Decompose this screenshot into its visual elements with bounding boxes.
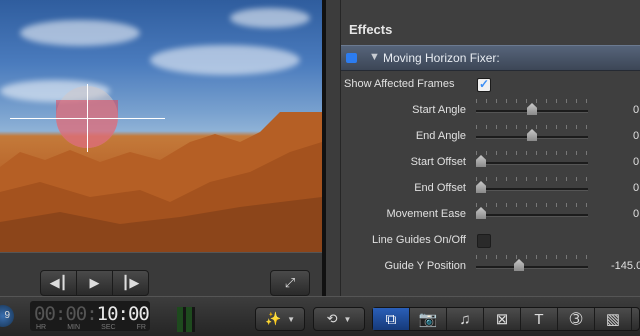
next-icon[interactable]: ┃▶ [113,271,148,295]
previous-icon[interactable]: ◀┃ [41,271,77,295]
crosshair-vertical[interactable] [87,84,88,152]
line-guides-label: Line Guides On/Off [372,234,466,246]
guide-y-label: Guide Y Position [384,260,466,272]
slider-ticks [476,151,588,155]
param-label: Start Angle [412,104,466,116]
param-label: Start Offset [410,156,466,168]
chevron-down-icon: ▼ [287,314,296,324]
slider-thumb[interactable] [527,103,537,115]
line-guides-row: Line Guides On/Off [341,229,640,253]
unit-sec: SEC [101,324,116,331]
slider-ticks [476,255,588,259]
timecode-dim: 00:00: [34,303,98,325]
slider-thumb[interactable] [527,129,537,141]
param-label: End Offset [414,182,466,194]
timecode-display[interactable]: 00:00:10:00 HR MIN SEC FR [30,301,150,331]
magic-wand-icon: ✨ [264,311,282,326]
show-affected-frames-label: Show Affected Frames [344,78,455,90]
play-icon[interactable]: ▶ [77,271,113,295]
timecode-bright: 10:00 [96,303,150,325]
timecode-badge[interactable]: 9 [0,305,14,327]
effect-enable-toggle[interactable] [346,53,357,63]
param-row: End Angle 0 [341,125,640,149]
param-row: Movement Ease 0 [341,203,640,227]
slider-thumb[interactable] [476,155,486,167]
timecode-units: HR MIN SEC FR [36,324,146,331]
inspector-icon[interactable]: ⧉ [373,308,410,330]
param-value[interactable]: 0 [633,130,639,142]
audio-meter [177,307,195,332]
bottom-toolbar: 9 00:00:10:00 HR MIN SEC FR ✨ ▼ ⟲ ▼ ⧉ 📷 ♫ … [0,296,640,336]
effect-header[interactable]: ▼ Moving Horizon Fixer: [341,45,640,71]
show-affected-frames-checkbox[interactable]: ✓ [477,78,491,92]
slider-thumb[interactable] [476,207,486,219]
line-guides-checkbox[interactable] [477,234,491,248]
effect-name: Moving Horizon Fixer: [383,51,500,65]
param-label: Movement Ease [386,208,466,220]
param-value[interactable]: 0 [633,208,639,220]
slider-ticks [476,125,588,129]
retime-menu-button[interactable]: ⟲ ▼ [313,307,365,331]
param-row: Start Offset 0 [341,151,640,175]
retime-icon: ⟲ [326,311,338,326]
themes-icon[interactable]: ▧ [595,308,632,330]
fullscreen-icon[interactable]: ⤢ [270,270,310,296]
browser-tools: ⧉ 📷 ♫ ⊠ T ➂ ▧ [372,307,640,331]
camera-icon[interactable]: 📷 [410,308,447,330]
slider-ticks [476,177,588,181]
generators-icon[interactable]: ➂ [558,308,595,330]
slider-track[interactable] [476,188,588,191]
guide-y-row: Guide Y Position -145.0 [341,255,640,279]
chevron-down-icon: ▼ [343,314,352,324]
guide-y-value[interactable]: -145.0 [611,260,640,272]
music-icon[interactable]: ♫ [447,308,484,330]
transitions-icon[interactable]: ⊠ [484,308,521,330]
param-row: End Offset 0 [341,177,640,201]
param-value[interactable]: 0 [633,104,639,116]
param-row: Start Angle 0 [341,99,640,123]
enhance-menu-button[interactable]: ✨ ▼ [255,307,305,331]
section-title: Effects [349,22,393,37]
unit-fr: FR [136,324,146,331]
disclosure-triangle-icon[interactable]: ▼ [369,51,380,63]
param-value[interactable]: 0 [633,182,639,194]
slider-track[interactable] [476,162,588,165]
unit-hr: HR [36,324,47,331]
unit-min: MIN [67,324,81,331]
slider-thumb[interactable] [476,181,486,193]
transport-bar: ◀┃ ▶ ┃▶ ⤢ [0,252,322,301]
title-icon[interactable]: T [521,308,558,330]
landscape-image [0,112,322,252]
slider-ticks [476,99,588,103]
slider-track[interactable] [476,214,588,217]
param-value[interactable]: 0 [633,156,639,168]
slider-ticks [476,203,588,207]
video-viewer[interactable] [0,0,322,252]
transport-controls: ◀┃ ▶ ┃▶ [40,270,149,296]
show-affected-frames-row: Show Affected Frames ✓ [341,73,640,97]
inspector-panel: Effects ▼ Moving Horizon Fixer: Show Aff… [326,0,640,296]
param-label: End Angle [415,130,466,142]
slider-track[interactable] [476,266,588,269]
slider-thumb[interactable] [514,259,524,271]
